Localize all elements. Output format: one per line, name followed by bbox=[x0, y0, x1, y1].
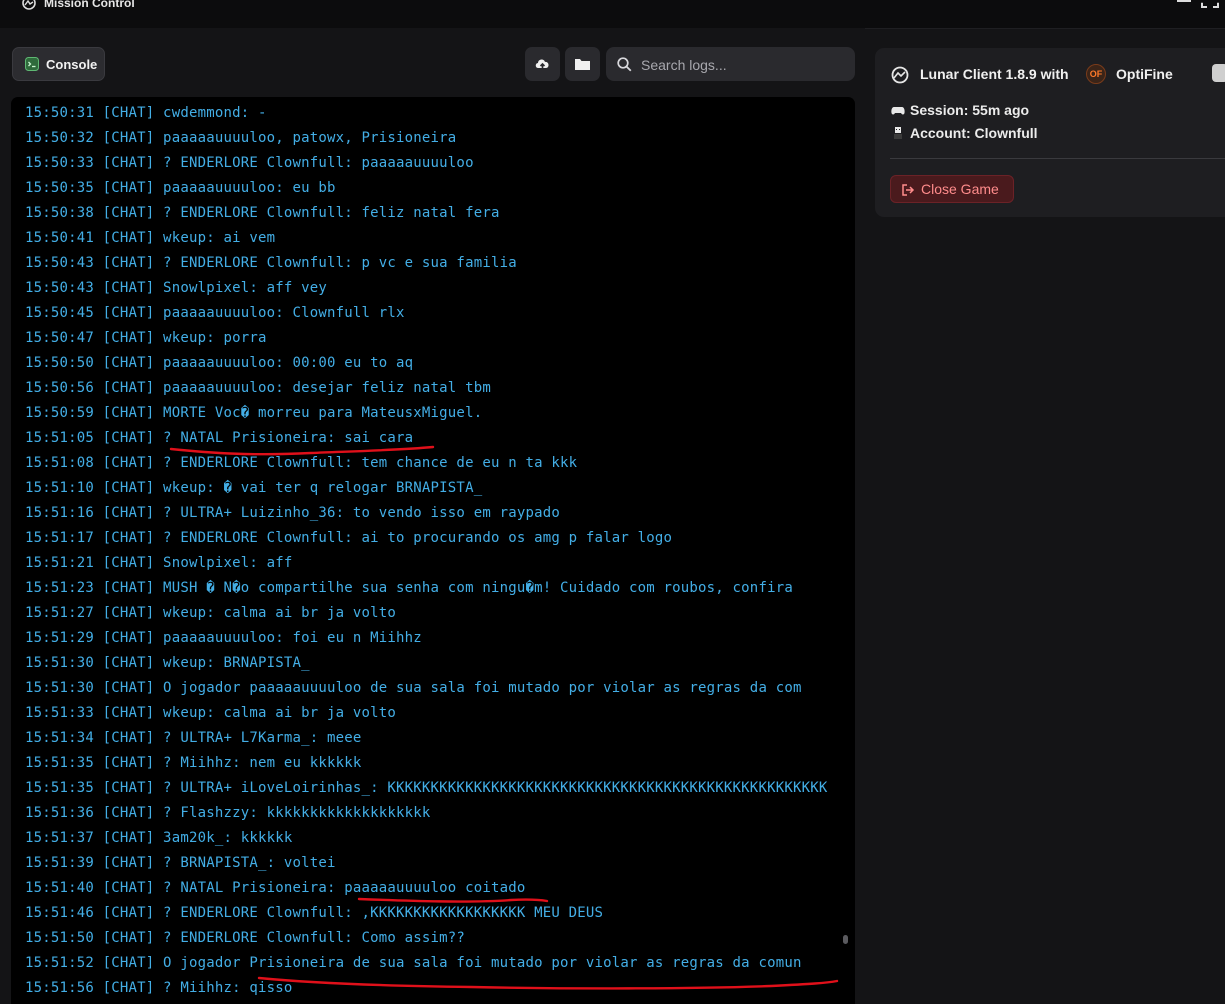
close-game-label: Close Game bbox=[921, 181, 999, 197]
log-line: 15:51:37 [CHAT] 3am20k_: kkkkkk bbox=[25, 830, 293, 846]
log-line: 15:51:05 [CHAT] ? NATAL Prisioneira: sai… bbox=[25, 430, 414, 446]
window-title: Mission Control bbox=[44, 0, 135, 10]
log-line: 15:51:08 [CHAT] ? ENDERLORE Clownfull: t… bbox=[25, 455, 578, 471]
log-line: 15:50:43 [CHAT] Snowlpixel: aff vey bbox=[25, 280, 328, 296]
cloud-upload-icon bbox=[535, 59, 549, 70]
log-panel[interactable]: 15:50:31 [CHAT] cwdemmond: - 15:50:32 [CH… bbox=[11, 97, 855, 1004]
log-line: 15:51:23 [CHAT] MUSH � N�o compartilhe s… bbox=[25, 580, 793, 596]
console-area: Console 15:50:31 [CHAT] cwdemmond: -15:5… bbox=[0, 28, 865, 1004]
open-folder-button[interactable] bbox=[565, 47, 600, 81]
log-line: 15:51:16 [CHAT] ? ULTRA+ Luizinho_36: to… bbox=[25, 505, 560, 521]
log-line: 15:50:35 [CHAT] paaaaauuuuloo: eu bb bbox=[25, 180, 336, 196]
log-line: 15:50:31 [CHAT] cwdemmond: - bbox=[25, 105, 267, 121]
log-line: 15:51:17 [CHAT] ? ENDERLORE Clownfull: a… bbox=[25, 530, 673, 546]
close-game-button[interactable]: Close Game bbox=[890, 175, 1014, 203]
log-line: 15:50:56 [CHAT] paaaaauuuuloo: desejar f… bbox=[25, 380, 491, 396]
lunar-logo-icon bbox=[22, 0, 36, 10]
search-icon bbox=[617, 57, 632, 72]
log-line: 15:51:30 [CHAT] wkeup: BRNAPISTA_ bbox=[25, 655, 310, 671]
optifine-label: OptiFine bbox=[1116, 66, 1173, 82]
console-tab[interactable]: Console bbox=[12, 47, 105, 81]
terminal-icon bbox=[25, 57, 39, 71]
gamepad-icon bbox=[891, 107, 905, 115]
log-line: 15:50:41 [CHAT] wkeup: ai vem bbox=[25, 230, 276, 246]
log-line: 15:51:36 [CHAT] ? Flashzzy: kkkkkkkkkkkk… bbox=[25, 805, 431, 821]
account-text: Account: Clownfull bbox=[910, 125, 1038, 141]
log-line: 15:51:52 [CHAT] O jogador Prisioneira de… bbox=[25, 955, 802, 971]
mod-icon bbox=[1212, 64, 1225, 82]
log-line: 15:50:59 [CHAT] MORTE Voc� morreu para M… bbox=[25, 405, 483, 421]
game-title: Lunar Client 1.8.9 with bbox=[920, 66, 1069, 82]
log-line: 15:51:27 [CHAT] wkeup: calma ai br ja vo… bbox=[25, 605, 397, 621]
game-info-card: Lunar Client 1.8.9 with OF OptiFine Sess… bbox=[875, 48, 1225, 217]
avatar-icon bbox=[894, 127, 902, 139]
log-line: 15:51:35 [CHAT] ? Miihhz: nem eu kkkkkk bbox=[25, 755, 362, 771]
log-line: 15:50:38 [CHAT] ? ENDERLORE Clownfull: f… bbox=[25, 205, 500, 221]
maximize-button[interactable] bbox=[1201, 0, 1219, 8]
log-line: 15:50:45 [CHAT] paaaaauuuuloo: Clownfull… bbox=[25, 305, 405, 321]
log-line: 15:51:39 [CHAT] ? BRNAPISTA_: voltei bbox=[25, 855, 336, 871]
log-line: 15:51:56 [CHAT] ? Miihhz: qisso bbox=[25, 980, 293, 996]
optifine-icon: OF bbox=[1086, 64, 1106, 84]
search-input[interactable] bbox=[639, 47, 848, 83]
console-tab-label: Console bbox=[46, 57, 98, 72]
account-row: Account: Clownfull bbox=[891, 125, 1038, 141]
log-line: 15:50:47 [CHAT] wkeup: porra bbox=[25, 330, 267, 346]
log-line: 15:51:21 [CHAT] Snowlpixel: aff bbox=[25, 555, 293, 571]
scrollbar-thumb[interactable] bbox=[843, 935, 848, 944]
log-list: 15:50:31 [CHAT] cwdemmond: - 15:50:32 [CH… bbox=[25, 101, 855, 1001]
log-line: 15:51:40 [CHAT] ? NATAL Prisioneira: paa… bbox=[25, 880, 526, 896]
log-line: 15:51:30 [CHAT] O jogador paaaaauuuuloo … bbox=[25, 680, 802, 696]
title-bar: Mission Control bbox=[0, 0, 1225, 29]
log-line: 15:50:33 [CHAT] ? ENDERLORE Clownfull: p… bbox=[25, 155, 474, 171]
search-box[interactable] bbox=[606, 47, 855, 83]
log-line: 15:50:32 [CHAT] paaaaauuuuloo, patowx, P… bbox=[25, 130, 457, 146]
log-line: 15:51:46 [CHAT] ? ENDERLORE Clownfull: ,… bbox=[25, 905, 604, 921]
log-line: 15:51:10 [CHAT] wkeup: � vai ter q relog… bbox=[25, 480, 483, 496]
lunar-client-icon bbox=[891, 66, 909, 84]
window-controls bbox=[1165, 0, 1225, 12]
log-line: 15:51:35 [CHAT] ? ULTRA+ iLoveLoirinhas_… bbox=[25, 780, 828, 796]
log-line: 15:51:34 [CHAT] ? ULTRA+ L7Karma_: meee bbox=[25, 730, 362, 746]
log-line: 15:50:43 [CHAT] ? ENDERLORE Clownfull: p… bbox=[25, 255, 517, 271]
log-line: 15:51:50 [CHAT] ? ENDERLORE Clownfull: C… bbox=[25, 930, 466, 946]
session-row: Session: 55m ago bbox=[891, 102, 1029, 118]
upload-logs-button[interactable] bbox=[525, 47, 560, 81]
log-line: 15:51:33 [CHAT] wkeup: calma ai br ja vo… bbox=[25, 705, 397, 721]
divider bbox=[890, 158, 1225, 159]
log-line: 15:50:50 [CHAT] paaaaauuuuloo: 00:00 eu … bbox=[25, 355, 414, 371]
exit-icon bbox=[902, 184, 915, 196]
minimize-button[interactable] bbox=[1177, 0, 1191, 2]
session-text: Session: 55m ago bbox=[910, 102, 1030, 118]
log-line: 15:51:29 [CHAT] paaaaauuuuloo: foi eu n … bbox=[25, 630, 422, 646]
folder-icon bbox=[575, 59, 590, 70]
